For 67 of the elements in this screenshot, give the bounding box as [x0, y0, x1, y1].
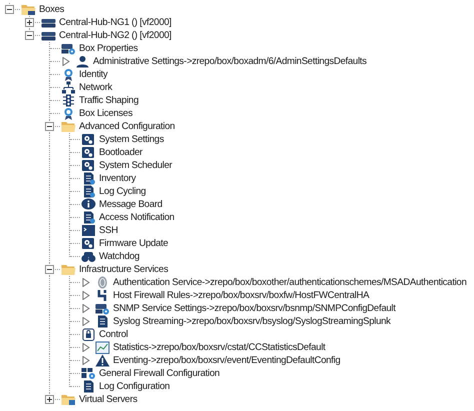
tree-item[interactable]: Advanced Configuration — [79, 120, 175, 133]
folder-icon — [21, 3, 36, 16]
tree-item[interactable]: Log Cycling — [99, 185, 146, 198]
expand-toggle[interactable] — [45, 122, 54, 131]
info-icon — [81, 198, 96, 211]
tree-item[interactable]: Firmware Update — [99, 237, 168, 250]
tree-item[interactable]: Infrastructure Services — [79, 263, 168, 276]
tree-item[interactable]: General Firewall Configuration — [99, 367, 220, 380]
tree-item[interactable]: Identity — [79, 68, 108, 81]
expand-arrow-icon[interactable] — [82, 304, 90, 313]
server-icon — [41, 16, 56, 29]
terminal-icon — [81, 224, 96, 237]
tree-item[interactable]: Central-Hub-NG2 () [vf2000] — [59, 29, 172, 42]
traffic-light-icon — [61, 94, 76, 107]
warning-icon — [95, 354, 110, 367]
server-icon — [41, 29, 56, 42]
tree-item[interactable]: Box Properties — [79, 42, 138, 55]
tree-item[interactable]: Watchdog — [99, 250, 140, 263]
expand-arrow-icon[interactable] — [82, 317, 90, 326]
tree-item[interactable]: SSH — [99, 224, 118, 237]
tree-item[interactable]: Virtual Servers — [79, 393, 138, 406]
expand-toggle[interactable] — [25, 31, 34, 40]
expand-toggle[interactable] — [5, 5, 14, 14]
fingerprint-icon — [95, 276, 110, 289]
tree-item[interactable]: Box Licenses — [79, 107, 132, 120]
network-icon — [61, 81, 76, 94]
tree-item[interactable]: System Scheduler — [99, 159, 172, 172]
server-gear-icon — [61, 42, 76, 55]
server-gear-icon — [95, 302, 110, 315]
gear-icon — [81, 146, 96, 159]
expand-toggle[interactable] — [45, 265, 54, 274]
expand-toggle[interactable] — [25, 18, 34, 27]
expand-arrow-icon[interactable] — [82, 291, 90, 300]
tree-item[interactable]: Eventing->zrepo/box/boxsrv/event/EventingDefaultConfig — [113, 354, 340, 367]
tree-item[interactable]: Boxes — [39, 3, 64, 16]
tree-item[interactable]: Log Configuration — [99, 380, 170, 393]
gear-icon — [81, 133, 96, 146]
gear-grid-icon — [81, 367, 96, 380]
tree-item[interactable]: System Settings — [99, 133, 164, 146]
tree-item[interactable]: Network — [79, 81, 112, 94]
folder-icon — [61, 393, 76, 406]
tree-item[interactable]: Access Notification — [99, 211, 174, 224]
tree-item[interactable]: Authentication Service->zrepo/box/boxother/authenticationschemes/MSADAuthentication — [113, 276, 466, 289]
folder-icon — [61, 263, 76, 276]
tree-item[interactable]: Central-Hub-NG1 () [vf2000] — [59, 16, 172, 29]
expand-toggle[interactable] — [45, 395, 54, 404]
tree-item[interactable]: Host Firewall Rules->zrepo/box/boxsrv/boxfw/HostFWCentralHA — [113, 289, 370, 302]
user-icon — [75, 55, 90, 68]
expand-arrow-icon[interactable] — [82, 343, 90, 352]
tree-item[interactable]: Traffic Shaping — [79, 94, 138, 107]
tree-item[interactable]: Control — [99, 328, 128, 341]
tree-item[interactable]: Statistics->zrepo/box/boxsrv/cstat/CCStatisticsDefault — [113, 341, 326, 354]
tree-item[interactable]: SNMP Service Settings->zrepo/box/boxsrv/bsnmp/SNMPConfigDefault — [113, 302, 396, 315]
folder-icon — [61, 120, 76, 133]
tree-item[interactable]: Administrative Settings->zrepo/box/boxadm/6/AdminSettingsDefaults — [93, 55, 367, 68]
lock-icon — [81, 328, 96, 341]
tree-item[interactable]: Bootloader — [99, 146, 142, 159]
document-icon — [95, 315, 110, 328]
expand-arrow-icon[interactable] — [82, 278, 90, 287]
expand-arrow-icon[interactable] — [82, 356, 90, 365]
tree-item[interactable]: Inventory — [99, 172, 136, 185]
tree-item[interactable]: Syslog Streaming->zrepo/box/boxsrv/bsyslog/SyslogStreamingSplunk — [113, 315, 391, 328]
expand-arrow-icon[interactable] — [62, 57, 70, 66]
binoculars-icon — [81, 250, 96, 263]
chart-icon — [95, 341, 110, 354]
tree-item[interactable]: Message Board — [99, 198, 162, 211]
document-icon — [81, 380, 96, 393]
